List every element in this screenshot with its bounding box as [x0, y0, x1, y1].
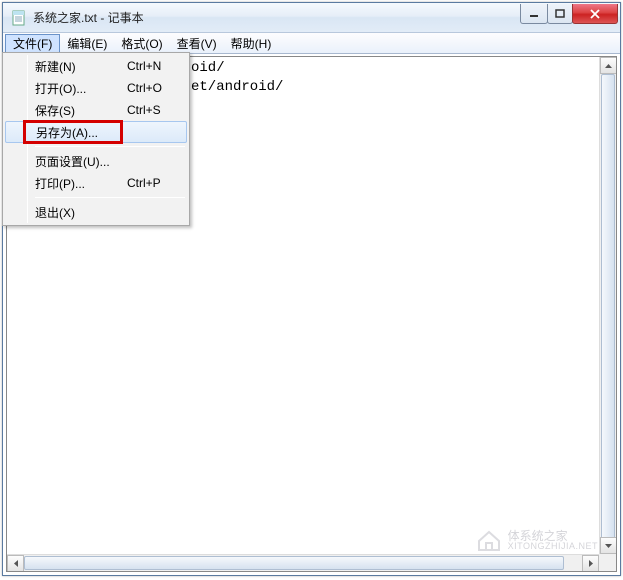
- house-icon: [476, 529, 502, 551]
- titlebar[interactable]: 系统之家.txt - 记事本: [3, 3, 620, 33]
- menuitem-page-setup[interactable]: 页面设置(U)...: [5, 150, 187, 172]
- scroll-left-button[interactable]: [7, 555, 24, 572]
- menuitem-label: 新建(N): [35, 58, 127, 75]
- window-controls: [521, 4, 618, 24]
- scroll-up-button[interactable]: [600, 57, 617, 74]
- menuitem-label: 退出(X): [35, 204, 127, 221]
- menuitem-accel: Ctrl+S: [127, 103, 187, 117]
- menu-help[interactable]: 帮助(H): [224, 33, 279, 53]
- menuitem-label: 打开(O)...: [35, 80, 127, 97]
- menuitem-save-as[interactable]: 另存为(A)...: [5, 121, 187, 143]
- watermark-brand: 体系统之家: [508, 530, 598, 542]
- menu-file[interactable]: 文件(F): [5, 34, 60, 53]
- vertical-scrollbar[interactable]: [599, 57, 616, 554]
- menuitem-open[interactable]: 打开(O)... Ctrl+O: [5, 77, 187, 99]
- menu-view[interactable]: 查看(V): [170, 33, 224, 53]
- file-menu-dropdown: 新建(N) Ctrl+N 打开(O)... Ctrl+O 保存(S) Ctrl+…: [2, 52, 190, 226]
- menuitem-print[interactable]: 打印(P)... Ctrl+P: [5, 172, 187, 194]
- watermark: 体系统之家 XITONGZHIJIA.NET: [476, 529, 598, 551]
- menubar: 文件(F) 编辑(E) 格式(O) 查看(V) 帮助(H): [3, 33, 620, 54]
- menuitem-accel: Ctrl+P: [127, 176, 187, 190]
- scroll-down-button[interactable]: [600, 537, 617, 554]
- window-title: 系统之家.txt - 记事本: [33, 9, 521, 26]
- menuitem-accel: Ctrl+N: [127, 59, 187, 73]
- scroll-right-button[interactable]: [582, 555, 599, 572]
- menuitem-new[interactable]: 新建(N) Ctrl+N: [5, 55, 187, 77]
- menuitem-label: 另存为(A)...: [36, 124, 126, 141]
- menuitem-label: 保存(S): [35, 102, 127, 119]
- menuitem-save[interactable]: 保存(S) Ctrl+S: [5, 99, 187, 121]
- menuitem-exit[interactable]: 退出(X): [5, 201, 187, 223]
- scroll-corner: [599, 554, 616, 571]
- watermark-url: XITONGZHIJIA.NET: [508, 542, 598, 551]
- menu-format[interactable]: 格式(O): [114, 33, 169, 53]
- minimize-button[interactable]: [520, 4, 548, 24]
- menuitem-label: 页面设置(U)...: [35, 153, 127, 170]
- notepad-icon: [11, 10, 27, 26]
- scroll-thumb-horizontal[interactable]: [24, 556, 564, 570]
- close-button[interactable]: [572, 4, 618, 24]
- maximize-button[interactable]: [547, 4, 573, 24]
- menu-edit[interactable]: 编辑(E): [60, 33, 114, 53]
- menuitem-accel: Ctrl+O: [127, 81, 187, 95]
- scroll-thumb-vertical[interactable]: [601, 74, 615, 542]
- menuitem-label: 打印(P)...: [35, 175, 127, 192]
- horizontal-scrollbar[interactable]: [7, 554, 599, 571]
- menu-separator: [35, 197, 185, 198]
- menu-separator: [35, 146, 185, 147]
